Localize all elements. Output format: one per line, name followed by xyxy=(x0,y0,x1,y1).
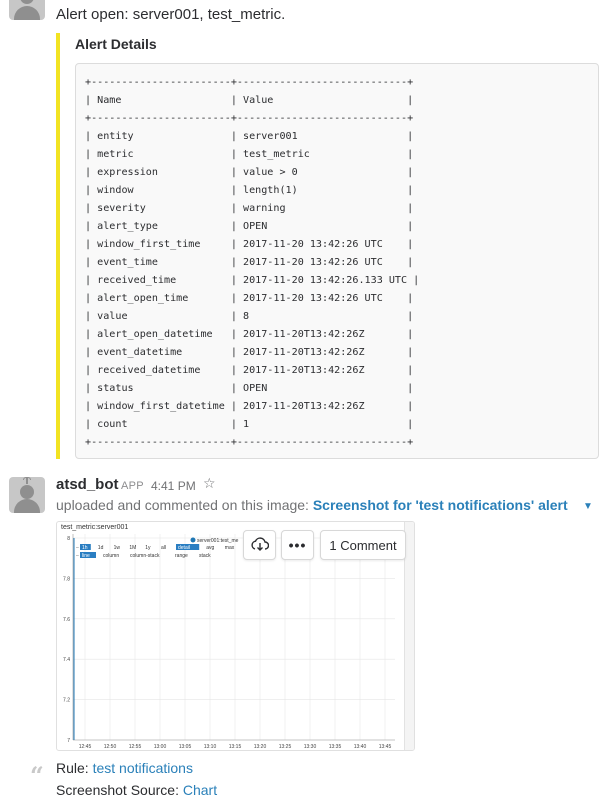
download-icon xyxy=(250,537,269,551)
rule-link[interactable]: test notifications xyxy=(93,760,193,776)
x-tick-label: 12:50 xyxy=(104,744,117,750)
download-button[interactable] xyxy=(243,530,276,560)
alert-attachment: Alert Details +-----------------------+-… xyxy=(56,33,599,459)
chart-title: test_metric:server001 xyxy=(61,524,129,531)
mode-option: range xyxy=(175,553,188,559)
x-tick-label: 13:15 xyxy=(229,744,242,750)
statistic-option: avg xyxy=(206,545,214,551)
mode-option: stack xyxy=(199,553,211,559)
caret-down-icon[interactable]: ▼ xyxy=(583,501,593,512)
x-tick-label: 13:35 xyxy=(329,744,342,750)
comment-count-label: 1 Comment xyxy=(329,537,397,553)
user-avatar[interactable] xyxy=(9,0,45,20)
statistic-option: max xyxy=(225,545,235,551)
x-tick-label: 13:20 xyxy=(254,744,267,750)
quote-icon: “ xyxy=(30,761,44,790)
x-tick-label: 13:00 xyxy=(154,744,167,750)
more-actions-button[interactable]: ••• xyxy=(281,530,314,560)
x-tick-label: 13:40 xyxy=(354,744,367,750)
period-option: all xyxy=(161,545,166,551)
period-option: 1h xyxy=(82,545,88,551)
period-dash: – xyxy=(76,545,79,551)
y-tick-label: 7 xyxy=(67,738,70,744)
app-badge: APP xyxy=(121,480,144,492)
y-tick-label: 7.8 xyxy=(63,576,70,582)
mode-option: line xyxy=(82,553,90,559)
period-option: 1M xyxy=(129,545,136,551)
upload-description: uploaded and commented on this image: Sc… xyxy=(56,497,568,513)
x-tick-label: 13:25 xyxy=(279,744,292,750)
y-tick-label: 8 xyxy=(67,536,70,542)
avatar-head-shape xyxy=(20,0,34,4)
y-tick-label: 7.6 xyxy=(63,617,70,623)
antenna-stem xyxy=(26,478,28,484)
alert-details-table: +-----------------------+---------------… xyxy=(75,63,599,459)
more-icon: ••• xyxy=(288,537,307,553)
mode-dash: – xyxy=(76,553,79,559)
legend-label: server001:test_me xyxy=(197,538,239,544)
period-option: 1y xyxy=(145,545,151,551)
x-tick-label: 13:05 xyxy=(179,744,192,750)
x-tick-label: 13:10 xyxy=(204,744,217,750)
x-tick-label: 12:45 xyxy=(79,744,92,750)
period-option: 1w xyxy=(114,545,121,551)
bot-name-link[interactable]: atsd_bot xyxy=(56,476,119,493)
message-timestamp[interactable]: 4:41 PM xyxy=(151,479,196,493)
alert-details-text: +-----------------------+---------------… xyxy=(85,77,420,448)
source-link[interactable]: Chart xyxy=(183,782,217,798)
mode-option: column xyxy=(103,553,119,559)
upload-prefix: uploaded and commented on this image: xyxy=(56,497,309,513)
attachment-title: Alert Details xyxy=(75,36,157,52)
chart-svg: 7 7.2 7.4 7.6 7.8 8 12:45 12:50 12:55 13:00 13:05 1… xyxy=(63,534,395,750)
period-option: 1d xyxy=(98,545,104,551)
source-line: Screenshot Source: Chart xyxy=(56,782,217,798)
mode-option: column-stack xyxy=(130,553,160,559)
x-tick-label: 12:55 xyxy=(129,744,142,750)
statistic-option: detail xyxy=(178,545,190,551)
bot-avatar[interactable] xyxy=(9,477,45,513)
source-label: Screenshot Source: xyxy=(56,782,179,798)
avatar-body-shape xyxy=(14,6,40,20)
x-tick-label: 13:45 xyxy=(379,744,392,750)
alert-message-text: Alert open: server001, test_metric. xyxy=(56,6,286,23)
rule-line: Rule: test notifications xyxy=(56,760,193,776)
avatar-body-shape xyxy=(14,499,40,513)
x-tick-label: 13:30 xyxy=(304,744,317,750)
star-icon[interactable]: ☆ xyxy=(203,475,216,492)
y-tick-label: 7.2 xyxy=(63,698,70,704)
legend-marker xyxy=(190,537,196,543)
comments-button[interactable]: 1 Comment xyxy=(320,530,406,560)
image-title-link[interactable]: Screenshot for 'test notifications' aler… xyxy=(313,497,568,513)
y-tick-label: 7.4 xyxy=(63,657,70,663)
avatar-head-shape xyxy=(20,485,34,499)
rule-label: Rule: xyxy=(56,760,89,776)
